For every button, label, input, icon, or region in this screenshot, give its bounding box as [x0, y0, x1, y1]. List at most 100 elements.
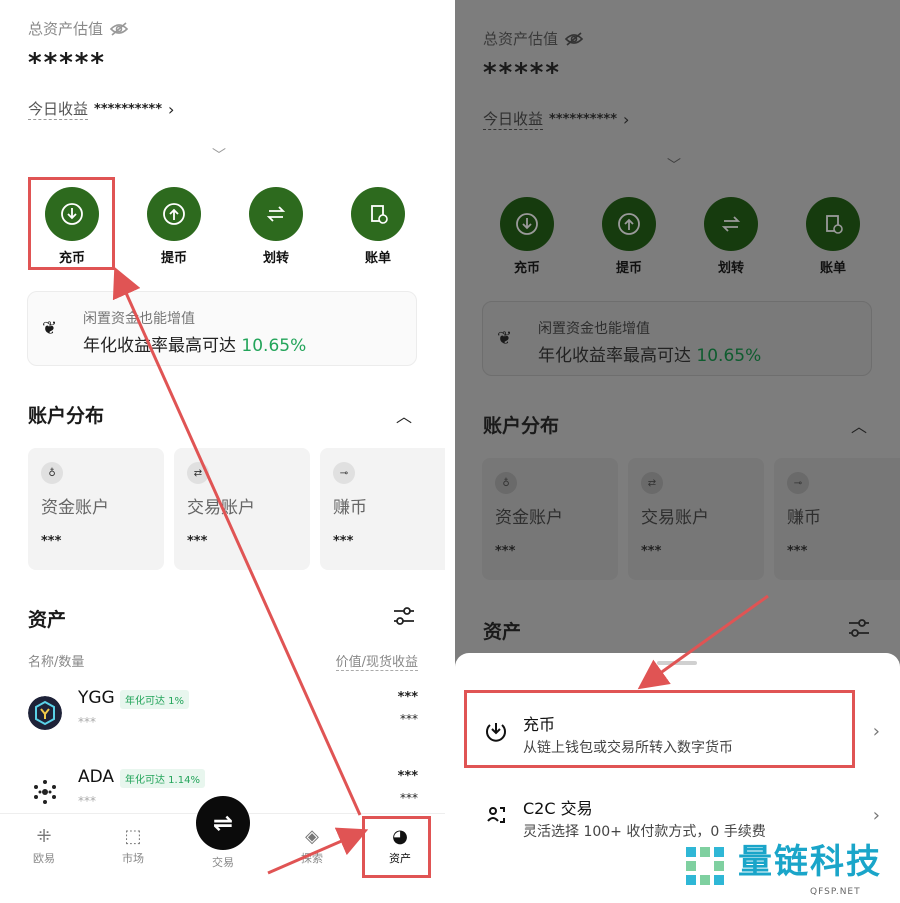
nav-label: 交易 [212, 856, 234, 869]
bill-label: 账单 [364, 251, 391, 266]
earn-promo-banner[interactable]: ❦ 闲置资金也能增值 年化收益率最高可达 10.65% [27, 291, 417, 366]
assets-screen-left: 总资产估值 ***** 今日收益 ********** › ﹀ 充币 提币 划转… [0, 0, 445, 893]
screenshot-page: 总资产估值 ***** 今日收益 ********** › ﹀ 充币 提币 划转… [0, 0, 900, 903]
transfer-label: 划转 [717, 261, 744, 276]
account-value: *** [187, 534, 208, 549]
today-pnl-label: 今日收益 [483, 110, 544, 130]
leaf-icon: ❦ [497, 328, 513, 349]
chevron-up-icon: ︿ [851, 417, 868, 436]
assets-tab-highlight-box [362, 816, 431, 878]
withdraw-button: 提币 [601, 197, 657, 276]
apy-tag: 年化可达 1% [120, 690, 190, 709]
nav-explore[interactable]: ◈ 探索 [282, 826, 342, 866]
earn-promo-banner: ❦ 闲置资金也能增值 年化收益率最高可达 10.65% [482, 301, 872, 376]
asset-value: *** [397, 769, 418, 784]
account-distribution-title: 账户分布 [28, 405, 105, 427]
sheet-grip-handle[interactable] [657, 661, 697, 665]
account-name: 赚币 [787, 508, 821, 528]
watermark: 量链科技 QFSP.NET [682, 842, 882, 897]
bill-label: 账单 [819, 261, 846, 276]
account-card-trade: ⇄ 交易账户 *** [628, 458, 764, 580]
transfer-button[interactable]: 划转 [248, 187, 304, 266]
asset-pnl: *** [400, 712, 418, 726]
fund-icon: ♁ [41, 462, 63, 484]
trade-account-icon: ⇄ [187, 462, 209, 484]
trade-fab-button[interactable]: ⇌ [196, 796, 250, 850]
deposit-highlight-box [28, 177, 115, 270]
promo-text-main: 年化收益率最高可达 [538, 346, 691, 366]
assets-screen-right-dimmed: 总资产估值 ***** 今日收益 ********** › ﹀ 充币 提币 划转 [455, 0, 900, 893]
account-card-fund[interactable]: ♁ 资金账户 *** [28, 448, 164, 570]
bill-icon [806, 197, 860, 251]
account-card-earn[interactable]: ⊸ 赚币 *** [320, 448, 445, 570]
filter-sliders-icon [847, 617, 871, 644]
promo-text: 年化收益率最高可达 10.65% [83, 331, 306, 356]
watermark-text: 量链科技 [738, 842, 882, 882]
account-name: 资金账户 [495, 508, 563, 528]
deposit-button: 充币 [499, 197, 555, 276]
transfer-icon [704, 197, 758, 251]
asset-column-headers: 名称/数量 价值/现货收益 [28, 651, 418, 671]
total-assets-label-text: 总资产估值 [28, 20, 104, 38]
withdraw-icon [602, 197, 656, 251]
account-card-fund: ♁ 资金账户 *** [482, 458, 618, 580]
nav-trade-label-wrap[interactable]: 交易 [193, 854, 253, 870]
transfer-icon [249, 187, 303, 241]
eye-hidden-icon [564, 31, 584, 46]
option-c2c-trade[interactable]: C2C 交易 灵活选择 100+ 收付款方式，0 手续费 › [480, 785, 880, 849]
account-value: *** [787, 544, 808, 559]
asset-value: *** [397, 690, 418, 705]
eye-hidden-icon[interactable] [109, 21, 129, 37]
account-card-earn: ⊸ 赚币 *** [774, 458, 900, 580]
transfer-button: 划转 [703, 197, 759, 276]
total-assets-value: ***** [483, 58, 561, 88]
bill-button[interactable]: 账单 [350, 187, 406, 266]
promo-rate: 10.65% [241, 336, 307, 356]
promo-text-main: 年化收益率最高可达 [83, 336, 236, 356]
chevron-up-icon[interactable]: ︿ [396, 403, 412, 427]
quick-actions: 充币 提币 划转 账单 [499, 197, 861, 276]
assets-title: 资产 [483, 621, 522, 643]
watermark-logo-icon [686, 847, 724, 885]
col-value-pnl[interactable]: 价值/现货收益 [335, 651, 418, 671]
account-value: *** [495, 544, 516, 559]
leaf-icon: ❦ [42, 318, 58, 339]
chevron-down-icon: ﹀ [667, 158, 681, 174]
earn-icon: ⊸ [333, 462, 355, 484]
trade-account-icon: ⇄ [641, 472, 663, 494]
account-name: 交易账户 [187, 498, 255, 518]
account-card-trade[interactable]: ⇄ 交易账户 *** [174, 448, 310, 570]
apy-tag: 年化可达 1.14% [120, 769, 205, 788]
account-cards: ♁ 资金账户 *** ⇄ 交易账户 *** ⊸ 赚币 *** [28, 448, 445, 570]
today-pnl-label: 今日收益 [28, 100, 89, 120]
promo-rate: 10.65% [696, 346, 762, 366]
trade-icon: ⇌ [212, 809, 234, 837]
withdraw-button[interactable]: 提币 [146, 187, 202, 266]
withdraw-label: 提币 [160, 251, 187, 266]
assets-title: 资产 [28, 609, 67, 631]
filter-sliders-icon[interactable] [392, 605, 416, 632]
nav-label: 欧易 [33, 852, 55, 865]
withdraw-icon [147, 187, 201, 241]
nav-okx[interactable]: ⁜ 欧易 [14, 826, 74, 866]
promo-title: 闲置资金也能增值 [83, 311, 195, 327]
col-name-qty: 名称/数量 [28, 655, 85, 670]
asset-symbol: YGG [78, 688, 115, 708]
asset-row-ygg[interactable]: YGG 年化可达 1% *** *** *** [28, 688, 418, 738]
earn-icon: ⊸ [787, 472, 809, 494]
chevron-right-icon: › [872, 721, 880, 742]
today-pnl-row[interactable]: 今日收益 ********** › [28, 98, 174, 120]
c2c-users-icon [487, 807, 505, 823]
asset-qty: *** [78, 715, 96, 729]
nav-market[interactable]: ⬚ 市场 [103, 826, 163, 866]
account-cards: ♁ 资金账户 *** ⇄ 交易账户 *** ⊸ 赚币 *** [482, 458, 900, 580]
asset-pnl: *** [400, 791, 418, 805]
option-subtitle: 灵活选择 100+ 收付款方式，0 手续费 [523, 824, 766, 840]
chevron-down-icon[interactable]: ﹀ [212, 145, 226, 165]
ygg-logo-icon [28, 696, 62, 730]
total-assets-label: 总资产估值 [483, 28, 584, 49]
withdraw-label: 提币 [615, 261, 642, 276]
account-name: 交易账户 [641, 508, 709, 528]
fund-icon: ♁ [495, 472, 517, 494]
asset-qty: *** [78, 794, 96, 808]
